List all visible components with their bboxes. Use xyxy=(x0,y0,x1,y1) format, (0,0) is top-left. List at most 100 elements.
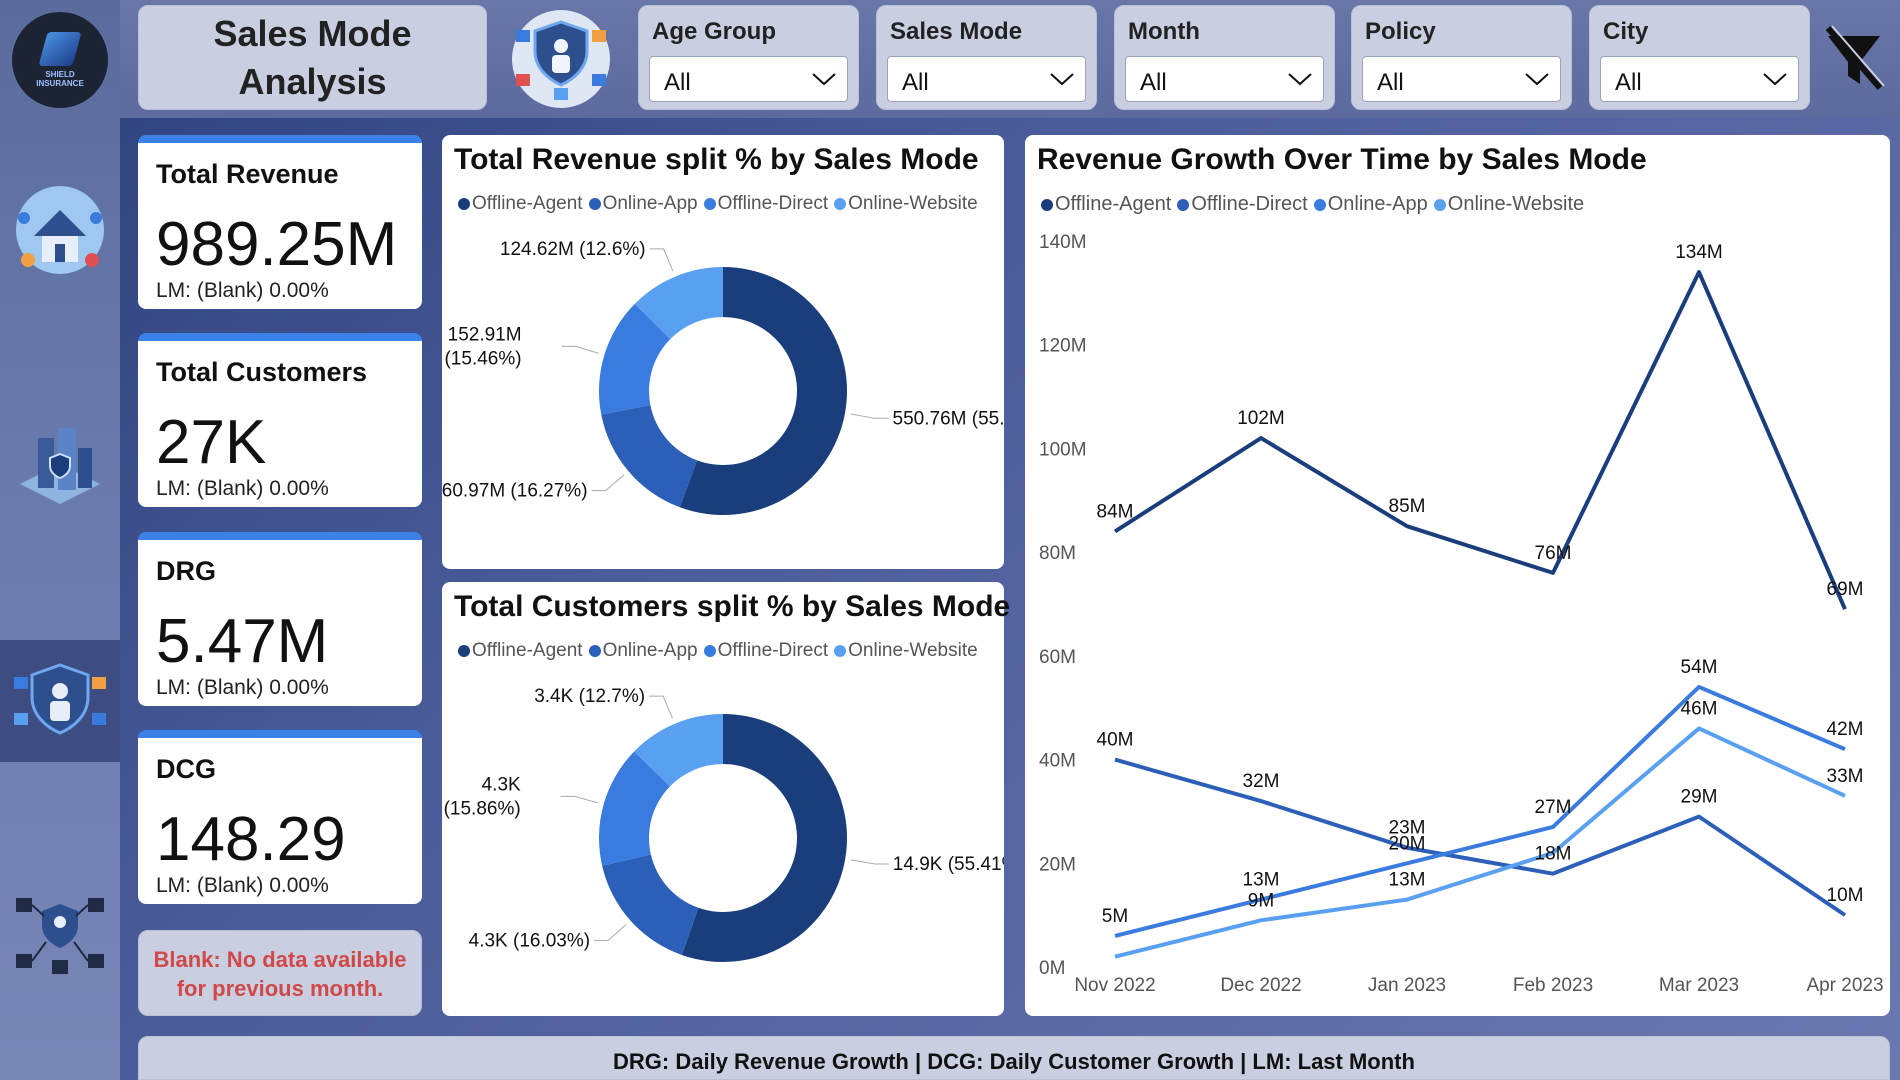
point-data-label: 102M xyxy=(1237,408,1285,429)
point-data-label: 69M xyxy=(1827,579,1864,600)
point-data-label: 13M xyxy=(1243,870,1280,891)
sales-mode-dropdown[interactable]: All xyxy=(887,56,1086,102)
month-dropdown[interactable]: All xyxy=(1125,56,1324,102)
policy-dropdown[interactable]: All xyxy=(1362,56,1561,102)
kpi-card-dcg: DCG 148.29 LM: (Blank) 0.00% xyxy=(138,730,422,904)
chevron-down-icon xyxy=(1525,73,1549,86)
point-data-label: 20M xyxy=(1389,833,1426,854)
customers-split-panel: Total Customers split % by Sales Mode Of… xyxy=(442,582,1010,1016)
kpi-title: DRG xyxy=(156,556,216,586)
point-data-label: 10M xyxy=(1827,885,1864,906)
slice-leader-line xyxy=(850,413,889,419)
series-line[interactable] xyxy=(1114,757,1847,917)
chevron-down-icon xyxy=(812,73,836,86)
nav-home-insurance-icon[interactable] xyxy=(6,176,114,284)
slice-leader-line xyxy=(561,345,599,354)
age-group-dropdown[interactable]: All xyxy=(649,56,848,102)
slicer-label: Sales Mode xyxy=(890,18,1023,45)
slice-data-label: 4.3K xyxy=(482,774,521,795)
city-dropdown[interactable]: All xyxy=(1600,56,1799,102)
blank-note: Blank: No data available for previous mo… xyxy=(138,930,422,1016)
nav-city-insurance-icon[interactable] xyxy=(6,410,114,518)
dropdown-value: All xyxy=(664,69,691,96)
slice-data-label: 160.97M (16.27%) xyxy=(442,481,588,502)
kpi-last-month: LM: (Blank) 0.00% xyxy=(156,874,329,897)
donut-slice[interactable] xyxy=(601,405,698,508)
kpi-value: 5.47M xyxy=(156,607,329,676)
footer-glossary: DRG: Daily Revenue Growth | DCG: Daily C… xyxy=(138,1036,1890,1080)
slice-data-label: 14.9K (55.41%) xyxy=(893,854,1004,875)
kpi-last-month: LM: (Blank) 0.00% xyxy=(156,477,329,500)
x-tick-label: Apr 2023 xyxy=(1806,975,1883,996)
series-line[interactable] xyxy=(1114,684,1846,938)
point-data-label: 29M xyxy=(1681,787,1718,808)
clear-filters-icon[interactable] xyxy=(1822,22,1886,94)
point-data-label: 32M xyxy=(1243,771,1280,792)
slice-leader-line xyxy=(594,924,627,942)
point-data-label: 46M xyxy=(1681,698,1718,719)
donut-slice[interactable] xyxy=(602,854,699,955)
point-data-label: 134M xyxy=(1675,242,1723,263)
point-data-label: 18M xyxy=(1535,844,1572,865)
slice-data-label: 4.3K (16.03%) xyxy=(469,931,590,952)
point-data-label: 54M xyxy=(1681,657,1718,678)
kpi-value: 27K xyxy=(156,408,267,477)
slicer-policy: Policy All xyxy=(1351,5,1572,110)
slice-data-label: 124.62M (12.6%) xyxy=(500,239,646,260)
revenue-growth-line-chart: 0M 20M 40M 60M 80M 100M 120M 140M Nov 2022 Dec 20… xyxy=(1039,232,1884,996)
note-line1: Blank: No data available xyxy=(153,947,407,972)
brand-name-line2: INSURANCE xyxy=(36,79,84,88)
slice-data-label: (15.86%) xyxy=(444,798,521,819)
chevron-down-icon xyxy=(1050,73,1074,86)
kpi-value: 148.29 xyxy=(156,805,346,874)
x-tick-label: Nov 2022 xyxy=(1074,975,1155,996)
dropdown-value: All xyxy=(902,69,929,96)
y-tick-label: 120M xyxy=(1039,336,1087,357)
x-tick-label: Dec 2022 xyxy=(1220,975,1301,996)
point-data-label: 27M xyxy=(1535,797,1572,818)
point-data-label: 40M xyxy=(1097,730,1134,751)
y-tick-label: 80M xyxy=(1039,543,1076,564)
revenue-split-panel: Total Revenue split % by Sales Mode Offl… xyxy=(442,135,1004,569)
x-tick-label: Jan 2023 xyxy=(1368,975,1446,996)
point-data-label: 9M xyxy=(1248,890,1274,911)
slicer-age-group: Age Group All xyxy=(638,5,859,110)
point-data-label: 33M xyxy=(1827,766,1864,787)
revenue-growth-panel: Revenue Growth Over Time by Sales Mode O… xyxy=(1025,135,1890,1016)
slicer-label: City xyxy=(1603,18,1649,45)
kpi-card-drg: DRG 5.47M LM: (Blank) 0.00% xyxy=(138,532,422,706)
slicer-city: City All xyxy=(1589,5,1810,110)
y-tick-label: 140M xyxy=(1039,232,1087,253)
y-tick-label: 0M xyxy=(1039,958,1065,979)
y-tick-label: 60M xyxy=(1039,647,1076,668)
note-line2: for previous month. xyxy=(176,976,384,1001)
slicer-label: Age Group xyxy=(652,18,776,45)
shield-logo-icon xyxy=(38,32,82,66)
slicer-label: Month xyxy=(1128,18,1200,45)
nav-agent-shield-icon[interactable] xyxy=(0,640,120,762)
dropdown-value: All xyxy=(1140,69,1167,96)
slice-leader-line xyxy=(649,248,674,272)
kpi-last-month: LM: (Blank) 0.00% xyxy=(156,279,329,302)
series-line[interactable] xyxy=(1113,270,1847,610)
slice-data-label: 3.4K (12.7%) xyxy=(534,686,645,707)
slice-leader-line xyxy=(591,474,625,492)
y-tick-label: 40M xyxy=(1039,751,1076,772)
kpi-card-total-revenue: Total Revenue 989.25M LM: (Blank) 0.00% xyxy=(138,135,422,309)
slice-data-label: (15.46%) xyxy=(444,348,521,369)
kpi-title: Total Customers xyxy=(156,357,368,387)
point-data-label: 84M xyxy=(1097,501,1134,522)
kpi-title: Total Revenue xyxy=(156,159,339,189)
point-data-label: 5M xyxy=(1102,906,1128,927)
brand-name-line1: SHIELD xyxy=(45,70,75,79)
kpi-title: DCG xyxy=(156,754,216,784)
agent-shield-hero-icon xyxy=(510,8,612,110)
brand-logo[interactable]: SHIELD INSURANCE xyxy=(12,12,108,108)
nav-insurance-network-icon[interactable] xyxy=(6,880,114,988)
dropdown-value: All xyxy=(1377,69,1404,96)
kpi-last-month: LM: (Blank) 0.00% xyxy=(156,676,329,699)
x-tick-label: Mar 2023 xyxy=(1659,975,1739,996)
slice-data-label: 152.91M xyxy=(448,324,522,345)
point-data-label: 42M xyxy=(1827,719,1864,740)
slice-leader-line xyxy=(560,795,598,804)
